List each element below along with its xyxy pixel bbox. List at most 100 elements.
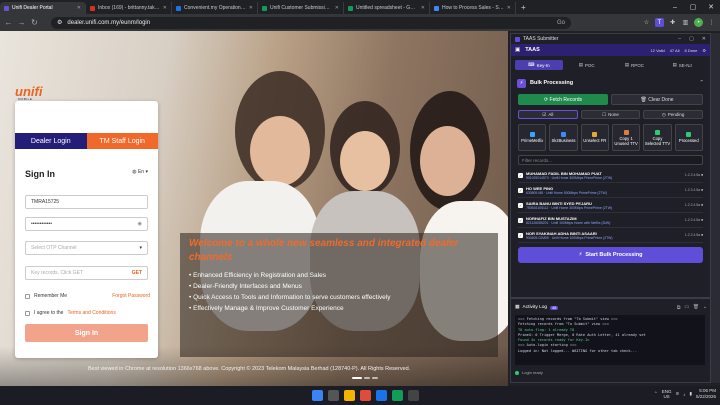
panel-minimize-icon[interactable]: –: [678, 36, 681, 42]
app-icon[interactable]: [408, 390, 419, 401]
bulk-action-button[interactable]: PrimeMetfix: [518, 124, 547, 151]
otp-channel-select[interactable]: Select OTP Channel ▾: [25, 241, 148, 255]
clear-done-button[interactable]: 🗑 Clear Done: [611, 94, 703, 105]
collapse-chevron-icon[interactable]: ⌃: [699, 80, 704, 86]
record-checkbox[interactable]: ✓: [518, 232, 523, 238]
search-icon[interactable]: [328, 390, 339, 401]
remember-checkbox[interactable]: [25, 293, 30, 299]
get-otp-button[interactable]: GET: [132, 270, 142, 276]
close-tab-icon[interactable]: ✕: [335, 5, 339, 11]
bulk-action-button[interactable]: SkzBusiness: [549, 124, 578, 151]
clock[interactable]: 5:06 PM 5/22/2026: [696, 388, 716, 400]
terms-link[interactable]: Terms and Conditions: [67, 310, 115, 316]
panel-tabs: ⌨ Key-In ▤ POC ▤ RPOC ▤ SE-NJ: [515, 60, 706, 70]
browser-tab[interactable]: How to Process Sales - Step 1...✕: [430, 2, 516, 14]
panel-maximize-icon[interactable]: ▢: [689, 36, 694, 42]
browser-tab[interactable]: Unifi Customer Submissions C...✕: [258, 2, 344, 14]
tab-rpoc[interactable]: ▤ RPOC: [611, 60, 659, 70]
record-checkbox[interactable]: ✓: [518, 187, 523, 193]
menu-icon[interactable]: ⋮: [707, 18, 716, 27]
close-window-icon[interactable]: ✕: [702, 0, 720, 14]
browser-tab[interactable]: Inbox (169) - brittanny.takagi@...✕: [86, 2, 172, 14]
close-tab-icon[interactable]: ✕: [163, 5, 167, 11]
app-icon[interactable]: [392, 390, 403, 401]
chrome-icon[interactable]: [360, 390, 371, 401]
password-field[interactable]: •••••••••••• ◉: [25, 217, 148, 231]
signin-button[interactable]: Sign In: [25, 324, 148, 342]
sidepanel-icon[interactable]: ▥: [681, 18, 690, 27]
panel-close-icon[interactable]: ✕: [702, 36, 706, 42]
back-icon[interactable]: ←: [4, 18, 13, 27]
browser-tab[interactable]: Unifi Dealer Portal ✕: [0, 2, 86, 14]
panel-stats: 12 Valid 47 All 8 Done ⚙: [651, 48, 706, 53]
filter-pending-button[interactable]: ◷ Pending: [643, 110, 704, 119]
carousel-dot[interactable]: [372, 377, 378, 379]
forward-icon[interactable]: →: [17, 18, 26, 27]
site-info-icon[interactable]: ⚙: [57, 19, 62, 26]
close-tab-icon[interactable]: ✕: [249, 5, 253, 11]
maximize-icon[interactable]: ▢: [684, 0, 702, 14]
language-selector[interactable]: ◍ En ▾: [132, 169, 148, 175]
username-field[interactable]: TMRA15725: [25, 195, 148, 209]
tab-dealer-login[interactable]: Dealer Login: [15, 133, 87, 149]
bulk-action-button[interactable]: Copy Selected TTV: [643, 124, 672, 151]
filter-records-input[interactable]: Filter records...: [518, 155, 703, 165]
profile-avatar[interactable]: •: [694, 18, 703, 27]
record-row[interactable]: ✓ HO WEE PING 630809-M5 · Unifi Home 500Mb…: [518, 183, 703, 198]
start-bulk-button[interactable]: ⚡ Start Bulk Processing: [518, 247, 703, 263]
show-password-icon[interactable]: ◉: [138, 221, 142, 227]
language-indicator[interactable]: ENG US: [662, 389, 672, 399]
record-row[interactable]: ✓ SAIRA BANU BINTI SYED PEJARU 75051610511…: [518, 198, 703, 213]
filter-all-button[interactable]: ☑ All: [518, 110, 578, 119]
record-row[interactable]: ✓ NORHAFIZ BIN MUSTAZIM 821128085201 · Uni…: [518, 213, 703, 228]
record-row[interactable]: ✓ NOR SYAKINAH ADHA BINTI ASAARI 930405-02…: [518, 228, 703, 243]
extensions-puzzle-icon[interactable]: ✚: [668, 18, 677, 27]
record-checkbox[interactable]: ✓: [518, 202, 523, 208]
terms-checkbox[interactable]: [25, 310, 30, 316]
extension-icon[interactable]: T: [655, 18, 664, 27]
record-row[interactable]: ✓ MUHAMAD FADIL BIN MOHAMAD PUAT 901029014…: [518, 168, 703, 183]
new-tab-button[interactable]: +: [516, 3, 531, 12]
bulk-processing-header[interactable]: ⚡ Bulk Processing ⌃: [517, 76, 704, 90]
bookmark-star-icon[interactable]: ☆: [642, 18, 651, 27]
trash-icon[interactable]: 🗑: [693, 305, 699, 311]
tray-chevron-icon[interactable]: ⌃: [654, 391, 658, 397]
folder-icon[interactable]: ▭: [684, 305, 689, 311]
fetch-records-button[interactable]: ⟳ Fetch Records: [518, 94, 608, 105]
address-bar[interactable]: ⚙ dealer.unifi.com.my/eunm/login Go: [51, 16, 571, 29]
close-tab-icon[interactable]: ✕: [421, 5, 425, 11]
record-checkbox[interactable]: ✓: [518, 217, 523, 223]
browser-tab[interactable]: Convenient.my Operations Por...✕: [172, 2, 258, 14]
bulk-action-button[interactable]: Processed: [674, 124, 703, 151]
record-checkbox[interactable]: ✓: [518, 172, 523, 178]
tab-staff-login[interactable]: TM Staff Login: [86, 133, 158, 149]
bulk-action-button[interactable]: Copy 1 Unused TTV: [611, 124, 641, 151]
tab-poc[interactable]: ▤ POC: [563, 60, 611, 70]
close-tab-icon[interactable]: ✕: [77, 5, 81, 11]
minimize-icon[interactable]: –: [666, 0, 684, 14]
filter-none-button[interactable]: ☐ None: [580, 110, 641, 119]
edge-icon[interactable]: [376, 390, 387, 401]
collapse-icon[interactable]: ⌄: [703, 305, 707, 311]
copy-icon[interactable]: ⧉: [677, 305, 680, 311]
carousel-dot[interactable]: [364, 377, 370, 379]
otp-key-field[interactable]: Key records. Click GET GET: [25, 266, 148, 280]
close-tab-icon[interactable]: ✕: [507, 5, 511, 11]
wifi-icon[interactable]: ≋: [675, 391, 679, 397]
tab-key-in[interactable]: ⌨ Key-In: [515, 60, 563, 70]
tab-se-nj[interactable]: ▤ SE-NJ: [658, 60, 706, 70]
bulk-title: Bulk Processing: [530, 80, 574, 86]
reload-icon[interactable]: ↻: [30, 18, 39, 27]
forgot-password-link[interactable]: Forgot Password: [112, 293, 150, 299]
action-icon: [592, 132, 598, 137]
battery-icon[interactable]: ▮: [689, 391, 691, 397]
file-explorer-icon[interactable]: [344, 390, 355, 401]
browser-tab[interactable]: Untitled spreadsheet - Google...✕: [344, 2, 430, 14]
zoom-indicator[interactable]: Go: [557, 20, 565, 26]
bulk-action-button[interactable]: Unselect FR: [580, 124, 609, 151]
start-icon[interactable]: [312, 390, 323, 401]
carousel-dot[interactable]: [352, 377, 362, 379]
favicon-icon: [176, 5, 181, 11]
volume-icon[interactable]: ♪: [683, 392, 685, 397]
settings-gear-icon[interactable]: ⚙: [702, 48, 706, 53]
